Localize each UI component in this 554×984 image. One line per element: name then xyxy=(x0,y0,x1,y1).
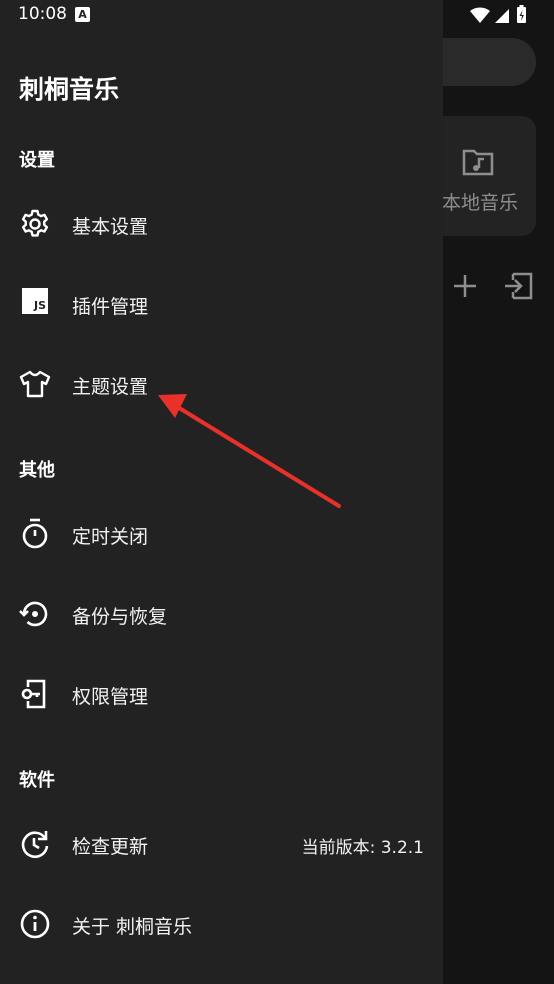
menu-item-about[interactable]: 关于 刺桐音乐 xyxy=(0,892,443,956)
menu-item-check-update[interactable]: 检查更新 当前版本: 3.2.1 xyxy=(0,812,443,876)
add-icon xyxy=(454,275,476,297)
menu-item-basic-settings[interactable]: 基本设置 xyxy=(0,192,443,256)
timer-icon xyxy=(22,518,48,549)
drawer-title: 刺桐音乐 xyxy=(19,75,120,104)
current-version-text: 当前版本: 3.2.1 xyxy=(301,838,424,858)
permission-management-label: 权限管理 xyxy=(72,686,149,708)
info-icon xyxy=(20,909,50,939)
check-update-label: 检查更新 xyxy=(72,836,149,858)
import-icon xyxy=(505,272,533,300)
menu-item-backup-restore[interactable]: 备份与恢复 xyxy=(0,582,443,646)
section-header-software: 软件 xyxy=(19,770,55,791)
backup-restore-label: 备份与恢复 xyxy=(72,606,168,628)
shirt-icon xyxy=(19,370,51,398)
plugin-management-label: 插件管理 xyxy=(72,296,149,318)
status-time: 10:08 xyxy=(18,4,67,24)
javascript-icon: JS xyxy=(22,288,48,314)
wifi-icon xyxy=(470,7,490,24)
screen: 本地音乐 刺桐音乐 设置 基本设置 JS 插件管理 主题设置 其他 定时关闭 备… xyxy=(0,0,554,984)
signal-icon xyxy=(495,9,509,23)
status-bar: 10:08 A xyxy=(0,0,554,30)
gear-icon xyxy=(21,209,49,237)
phone-key-icon xyxy=(21,679,46,709)
notification-icon: A xyxy=(75,7,90,22)
menu-item-permission-management[interactable]: 权限管理 xyxy=(0,662,443,726)
update-icon xyxy=(21,831,49,859)
sleep-timer-label: 定时关闭 xyxy=(72,526,149,548)
section-header-other: 其他 xyxy=(19,460,55,481)
music-folder-icon xyxy=(462,149,494,176)
menu-item-theme-settings[interactable]: 主题设置 xyxy=(0,352,443,416)
status-icons xyxy=(470,5,526,24)
menu-item-plugin-management[interactable]: JS 插件管理 xyxy=(0,272,443,336)
section-header-settings: 设置 xyxy=(19,150,55,171)
menu-item-sleep-timer[interactable]: 定时关闭 xyxy=(0,502,443,566)
local-music-label: 本地音乐 xyxy=(442,192,519,214)
basic-settings-label: 基本设置 xyxy=(72,216,149,238)
about-label: 关于 刺桐音乐 xyxy=(72,916,193,938)
restore-icon xyxy=(19,601,48,627)
theme-settings-label: 主题设置 xyxy=(72,376,149,398)
navigation-drawer: 刺桐音乐 设置 基本设置 JS 插件管理 主题设置 其他 定时关闭 备份与恢复 … xyxy=(0,0,443,984)
